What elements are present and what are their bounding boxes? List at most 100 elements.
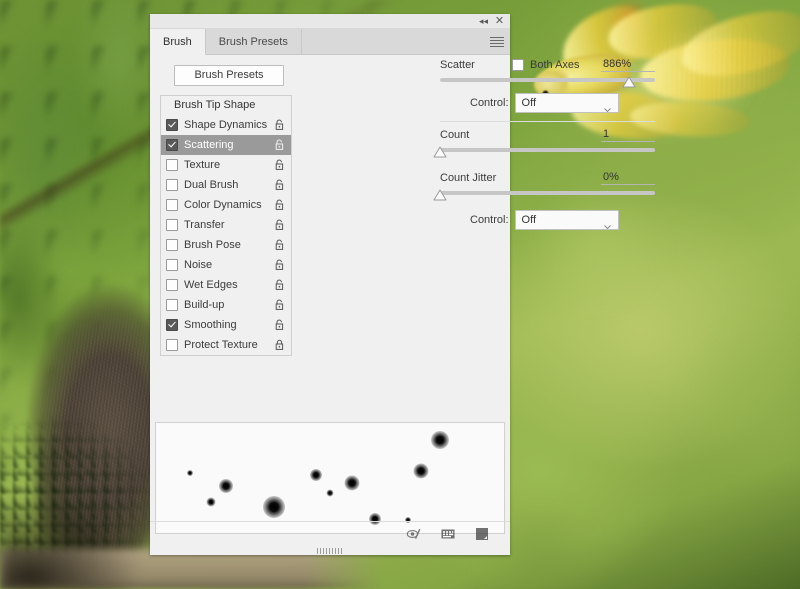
brush-panel: ◂◂ ✕ Brush Brush Presets Brush Presets B… — [150, 14, 655, 555]
brush-dab — [310, 469, 322, 481]
lock-open-icon[interactable] — [274, 259, 285, 271]
option-row-wet-edges[interactable]: Wet Edges — [161, 275, 291, 295]
option-row-shape-dynamics[interactable]: Shape Dynamics — [161, 115, 291, 135]
lock-open-icon[interactable] — [274, 179, 285, 191]
toggle-live-tip-brush-preview-icon[interactable] — [406, 526, 422, 542]
checkbox-protect-texture[interactable] — [166, 339, 178, 351]
option-row-dual-brush[interactable]: Dual Brush — [161, 175, 291, 195]
option-label: Dual Brush — [184, 179, 239, 191]
brush-stroke-preview — [155, 422, 505, 534]
option-row-texture[interactable]: Texture — [161, 155, 291, 175]
close-icon[interactable]: ✕ — [493, 15, 506, 27]
brush-dab — [263, 496, 285, 518]
open-preset-manager-icon[interactable] — [440, 526, 456, 542]
checkbox-brush-pose[interactable] — [166, 239, 178, 251]
brush-options-list: Brush Tip Shape Shape Dynamics Scatterin… — [160, 95, 292, 356]
count-control-row: Control: Off — [440, 207, 655, 233]
option-row-smoothing[interactable]: Smoothing — [161, 315, 291, 335]
scatter-slider[interactable] — [440, 76, 655, 90]
count-jitter-slider-track[interactable] — [440, 191, 655, 195]
hamburger-menu-icon[interactable] — [490, 35, 504, 47]
scatter-block: Scatter Both Axes 886% Control: Off — [440, 55, 655, 116]
checkbox-shape-dynamics[interactable] — [166, 119, 178, 131]
lock-open-icon[interactable] — [274, 319, 285, 331]
lock-open-icon[interactable] — [274, 279, 285, 291]
brush-dab — [431, 431, 449, 449]
option-label: Build-up — [184, 299, 225, 311]
panel-tab-bar: Brush Brush Presets — [150, 29, 510, 55]
count-jitter-value-input[interactable]: 0% — [601, 171, 655, 185]
checkbox-transfer[interactable] — [166, 219, 178, 231]
both-axes-label: Both Axes — [530, 59, 580, 71]
panel-content: Brush Presets Brush Tip Shape Shape Dyna… — [150, 55, 655, 397]
option-label: Transfer — [184, 219, 225, 231]
count-jitter-block: Count Jitter 0% Control: Off — [433, 168, 655, 233]
option-row-protect-texture[interactable]: Protect Texture — [161, 335, 291, 355]
brush-dab — [413, 463, 429, 479]
scatter-value-input[interactable]: 886% — [601, 58, 655, 72]
lock-open-icon[interactable] — [274, 119, 285, 131]
count-value-input[interactable]: 1 — [601, 128, 655, 142]
brush-dab — [206, 497, 216, 507]
checkbox-noise[interactable] — [166, 259, 178, 271]
chevron-down-icon — [603, 217, 611, 230]
option-row-scattering[interactable]: Scattering — [161, 135, 291, 155]
count-control-dropdown[interactable]: Off — [514, 210, 619, 230]
scatter-control-row: Control: Off — [440, 90, 655, 116]
lock-open-icon[interactable] — [274, 159, 285, 171]
lock-open-icon[interactable] — [274, 199, 285, 211]
scatter-control-label: Control: — [470, 97, 509, 109]
option-row-build-up[interactable]: Build-up — [161, 295, 291, 315]
option-label: Smoothing — [184, 319, 237, 331]
checkbox-wet-edges[interactable] — [166, 279, 178, 291]
brush-tip-shape-header[interactable]: Brush Tip Shape — [161, 96, 291, 115]
option-label: Shape Dynamics — [184, 119, 268, 131]
checkbox-smoothing[interactable] — [166, 319, 178, 331]
count-control-label: Control: — [470, 214, 509, 226]
option-label: Wet Edges — [184, 279, 238, 291]
lock-open-icon[interactable] — [274, 139, 285, 151]
tab-brush[interactable]: Brush — [150, 29, 206, 55]
lock-open-icon[interactable] — [274, 219, 285, 231]
count-label: Count — [440, 129, 470, 141]
count-jitter-label: Count Jitter — [440, 172, 497, 184]
create-new-brush-icon[interactable] — [474, 526, 490, 542]
lock-closed-icon[interactable] — [274, 339, 285, 351]
count-jitter-row: Count Jitter 0% — [440, 168, 655, 188]
screen: ◂◂ ✕ Brush Brush Presets Brush Presets B… — [0, 0, 800, 589]
option-row-transfer[interactable]: Transfer — [161, 215, 291, 235]
lock-open-icon[interactable] — [274, 299, 285, 311]
count-jitter-slider[interactable] — [433, 189, 655, 203]
checkbox-texture[interactable] — [166, 159, 178, 171]
count-slider-track[interactable] — [440, 148, 655, 152]
lock-open-icon[interactable] — [274, 239, 285, 251]
option-row-brush-pose[interactable]: Brush Pose — [161, 235, 291, 255]
fish-fin-rays — [634, 3, 800, 131]
count-block: Count 1 — [433, 125, 655, 160]
brush-presets-button[interactable]: Brush Presets — [174, 65, 284, 86]
scatter-slider-thumb[interactable] — [622, 76, 636, 88]
tab-brush-presets[interactable]: Brush Presets — [205, 29, 302, 54]
brush-dab — [219, 479, 233, 493]
option-row-color-dynamics[interactable]: Color Dynamics — [161, 195, 291, 215]
checkbox-both-axes[interactable] — [512, 59, 524, 71]
option-label: Texture — [184, 159, 221, 171]
collapse-to-icons-icon[interactable]: ◂◂ — [477, 15, 490, 27]
count-jitter-slider-thumb[interactable] — [433, 189, 447, 201]
checkbox-dual-brush[interactable] — [166, 179, 178, 191]
option-label: Color Dynamics — [184, 199, 262, 211]
count-row: Count 1 — [440, 125, 655, 145]
option-label: Scattering — [184, 139, 234, 151]
both-axes-group[interactable]: Both Axes — [512, 59, 601, 71]
panel-title-bar[interactable]: ◂◂ ✕ — [150, 14, 510, 29]
option-label: Protect Texture — [184, 339, 258, 351]
option-row-noise[interactable]: Noise — [161, 255, 291, 275]
count-slider[interactable] — [433, 146, 655, 160]
checkbox-color-dynamics[interactable] — [166, 199, 178, 211]
tab-brush-label: Brush — [163, 35, 192, 48]
scatter-control-dropdown[interactable]: Off — [514, 93, 619, 113]
checkbox-scattering[interactable] — [166, 139, 178, 151]
checkbox-build-up[interactable] — [166, 299, 178, 311]
panel-resize-grip[interactable] — [317, 548, 343, 554]
count-slider-thumb[interactable] — [433, 146, 447, 158]
